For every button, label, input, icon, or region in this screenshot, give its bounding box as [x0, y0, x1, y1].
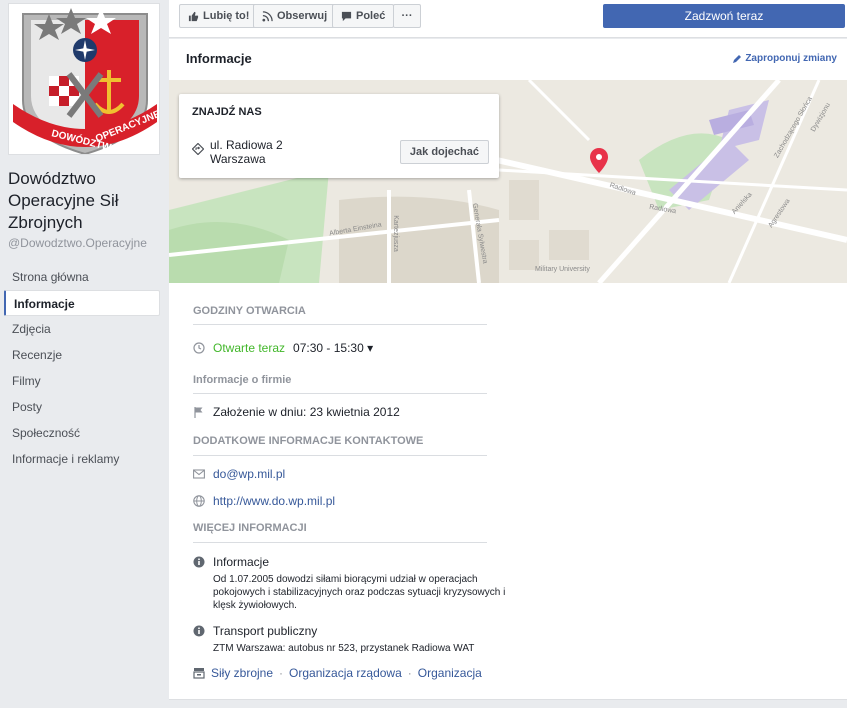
nav-item-home[interactable]: Strona główna	[4, 264, 160, 290]
transport-description: ZTM Warszawa: autobus nr 523, przystanek…	[213, 643, 475, 654]
clock-icon	[193, 342, 205, 354]
recommend-button-label: Poleć	[356, 10, 386, 22]
hours-heading: GODZINY OTWARCIA	[193, 305, 306, 317]
transport-title: Transport publiczny	[213, 624, 318, 638]
category-link[interactable]: Organizacja	[418, 666, 482, 680]
category-link[interactable]: Siły zbrojne	[211, 666, 273, 680]
category-list: Siły zbrojne · Organizacja rządowa · Org…	[193, 666, 482, 680]
address-line-1: ul. Radiowa 2	[210, 138, 283, 152]
directions-icon	[192, 143, 204, 155]
call-now-button[interactable]: Zadzwoń teraz	[603, 4, 845, 28]
more-options-button[interactable]: ···	[393, 4, 421, 28]
website-row: http://www.do.wp.mil.pl	[193, 494, 335, 508]
nav-item-info-ads[interactable]: Informacje i reklamy	[4, 446, 160, 472]
open-status: Otwarte teraz	[213, 341, 286, 355]
find-us-box: ZNAJDŹ NAS ul. Radiowa 2 Warszawa Jak do…	[179, 94, 499, 178]
founded-text: Założenie w dniu: 23 kwietnia 2012	[213, 405, 400, 419]
category-icon	[193, 668, 205, 679]
website-link[interactable]: http://www.do.wp.mil.pl	[213, 494, 335, 508]
category-link[interactable]: Organizacja rządowa	[289, 666, 402, 680]
info-icon	[193, 625, 205, 637]
suggest-edits-label: Zaproponuj zmiany	[745, 53, 837, 64]
founded-row: Założenie w dniu: 23 kwietnia 2012	[193, 405, 400, 419]
follow-button[interactable]: Obserwuj	[253, 4, 337, 28]
divider	[193, 455, 487, 456]
pencil-icon	[733, 54, 742, 63]
divider	[193, 324, 487, 325]
like-button-label: Lubię to!	[203, 10, 250, 22]
nav-item-reviews[interactable]: Recenzje	[4, 342, 160, 368]
page-name[interactable]: Dowództwo Operacyjne Sił Zbrojnych	[8, 168, 166, 234]
get-directions-button[interactable]: Jak dojechać	[399, 140, 489, 164]
envelope-icon	[193, 469, 205, 479]
about-title: Informacje	[213, 555, 270, 569]
nav-item-videos[interactable]: Filmy	[4, 368, 160, 394]
find-us-title: ZNAJDŹ NAS	[192, 106, 262, 118]
rss-icon	[262, 10, 273, 22]
nav-item-community[interactable]: Społeczność	[4, 420, 160, 446]
nav-item-about[interactable]: Informacje	[4, 290, 160, 316]
transport-row: Transport publiczny	[193, 624, 317, 638]
page-logo[interactable]: DOWÓDZTWO OPERACYJNE	[8, 3, 160, 155]
globe-icon	[193, 495, 205, 507]
about-description: Od 1.07.2005 dowodzi siłami biorącymi ud…	[213, 574, 506, 611]
hours-row: Otwarte teraz 07:30 - 15:30 ▾	[193, 341, 373, 355]
category-separator: ·	[407, 666, 412, 680]
divider	[193, 542, 487, 543]
thumbs-up-icon	[188, 11, 199, 21]
contact-heading: DODATKOWE INFORMACJE KONTAKTOWE	[193, 435, 424, 447]
more-info-heading: WIĘCEJ INFORMACJI	[193, 522, 307, 534]
email-row: do@wp.mil.pl	[193, 467, 285, 481]
info-card: Informacje Zaproponuj zmiany Radiowa Rad…	[169, 39, 847, 700]
speech-bubble-icon	[341, 11, 352, 21]
info-icon	[193, 556, 205, 568]
company-info-heading: Informacje o firmie	[193, 374, 292, 386]
follow-button-label: Obserwuj	[277, 10, 328, 22]
hours-range-dropdown[interactable]: 07:30 - 15:30 ▾	[293, 341, 373, 355]
page-handle[interactable]: @Dowodztwo.Operacyjne	[8, 236, 147, 250]
map-place-label: Military University	[535, 266, 590, 273]
left-column: DOWÓDZTWO OPERACYJNE Dowództwo Operacyjn…	[0, 0, 168, 708]
page-action-bar: Lubię to! Obserwuj Poleć ··· Zadzwoń ter…	[169, 0, 847, 38]
more-options-label: ···	[401, 10, 413, 22]
flag-icon	[194, 407, 203, 418]
like-button[interactable]: Lubię to!	[179, 4, 259, 28]
info-title: Informacje	[186, 51, 252, 66]
page-nav: Strona główna Informacje Zdjęcia Recenzj…	[4, 264, 160, 472]
nav-item-posts[interactable]: Posty	[4, 394, 160, 420]
suggest-edits-link[interactable]: Zaproponuj zmiany	[732, 53, 837, 64]
location-map[interactable]: Radiowa Radiowa Alberta Einsteina Milita…	[169, 80, 847, 283]
shield-logo-icon: DOWÓDZTWO OPERACYJNE	[9, 4, 159, 154]
address-line-2: Warszawa	[210, 152, 266, 166]
recommend-button[interactable]: Poleć	[332, 4, 395, 28]
nav-item-photos[interactable]: Zdjęcia	[4, 316, 160, 342]
category-separator: ·	[279, 666, 284, 680]
divider	[193, 393, 487, 394]
email-link[interactable]: do@wp.mil.pl	[213, 467, 285, 481]
about-row: Informacje	[193, 555, 269, 569]
map-street-label: Kartezjusza	[391, 215, 399, 252]
